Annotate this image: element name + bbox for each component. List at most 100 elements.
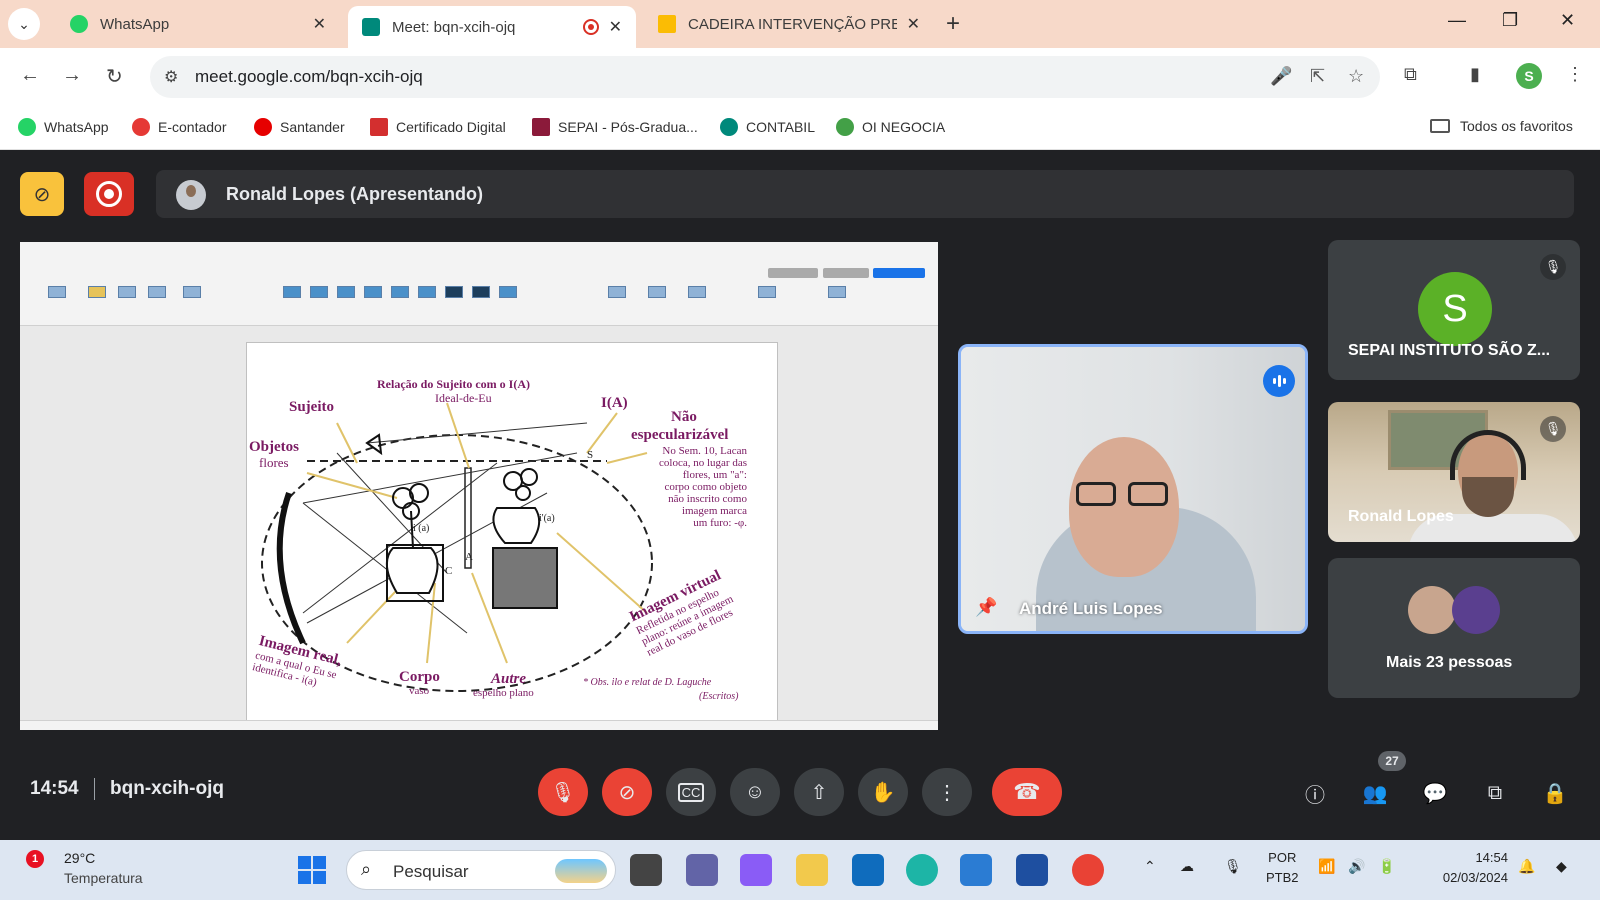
notifications-icon[interactable]: 🔔 <box>1518 858 1535 875</box>
ribbon-tool <box>391 286 409 298</box>
tab-search-button[interactable]: ⌄ <box>8 8 40 40</box>
all-bookmarks-button[interactable]: Todos os favoritos <box>1430 118 1573 134</box>
side-panel-icon[interactable]: ▮ <box>1470 64 1480 85</box>
recording-button[interactable] <box>84 172 134 216</box>
presenter-bar: Ronald Lopes (Apresentando) <box>156 170 1574 218</box>
bookmark-certificado[interactable]: Certificado Digital <box>370 118 506 136</box>
meeting-info-button[interactable]: ⓘ <box>1298 776 1332 810</box>
edge-icon[interactable] <box>906 854 938 886</box>
tab-title: CADEIRA INTERVENÇÃO PREC <box>688 15 897 33</box>
bookmark-whatsapp[interactable]: WhatsApp <box>18 118 109 136</box>
stop-presenting-button[interactable]: ⊘ <box>20 172 64 216</box>
taskbar-search[interactable]: ⌕ Pesquisar <box>346 850 616 890</box>
store-icon[interactable] <box>1016 854 1048 886</box>
chrome-icon[interactable] <box>1072 854 1104 886</box>
menu-icon[interactable]: ⋮ <box>1566 64 1584 85</box>
activities-button[interactable]: ⧉ <box>1478 776 1512 810</box>
close-tab-icon[interactable]: ✕ <box>907 14 920 34</box>
word-ribbon <box>20 242 938 326</box>
bookmark-santander[interactable]: Santander <box>254 118 345 136</box>
weather-label: Temperatura <box>64 870 143 886</box>
folder-icon <box>1430 119 1450 133</box>
forward-icon[interactable]: → <box>62 64 82 87</box>
language-indicator[interactable]: POR PTB2 <box>1266 848 1299 888</box>
ribbon-tool <box>499 286 517 298</box>
onedrive-icon[interactable]: ☁ <box>1180 858 1194 875</box>
system-clock[interactable]: 14:54 02/03/2024 <box>1418 848 1508 888</box>
search-placeholder: Pesquisar <box>393 862 469 881</box>
volume-icon[interactable]: 🔊 <box>1348 858 1365 875</box>
label-objetos: Objetos <box>249 439 299 455</box>
restore-icon[interactable]: ❐ <box>1502 10 1518 31</box>
chat-app-icon[interactable] <box>686 854 718 886</box>
raise-hand-button[interactable]: ✋ <box>858 768 908 816</box>
bookmark-oi-negocia[interactable]: OI NEGOCIA <box>836 118 945 136</box>
whatsapp-icon <box>70 15 88 33</box>
ribbon-tool <box>445 286 463 298</box>
reload-icon[interactable]: ↻ <box>106 64 123 89</box>
bookmark-sepai[interactable]: SEPAI - Pós-Gradua... <box>532 118 698 136</box>
pin-icon[interactable]: 📌 <box>975 597 997 618</box>
profile-avatar[interactable]: S <box>1516 63 1542 89</box>
participant-tile-sepai[interactable]: S 🎙 SEPAI INSTITUTO SÃO Z... <box>1328 240 1580 380</box>
bookmark-star-icon[interactable]: ☆ <box>1348 66 1364 87</box>
more-people-label: Mais 23 pessoas <box>1386 654 1513 671</box>
participant-tile-main[interactable]: 📌 André Luis Lopes <box>958 344 1308 634</box>
divider <box>94 778 95 800</box>
notification-badge: 1 <box>26 850 44 868</box>
address-bar[interactable]: ⚙ meet.google.com/bqn-xcih-ojq 🎤 ⇱ ☆ <box>150 56 1380 98</box>
open-external-icon[interactable]: ⇱ <box>1310 66 1325 87</box>
ribbon-tool <box>283 286 301 298</box>
ribbon-tool <box>688 286 706 298</box>
ribbon-tool <box>337 286 355 298</box>
file-explorer-icon[interactable] <box>796 854 828 886</box>
show-hidden-icons[interactable]: ⌃ <box>1144 858 1156 875</box>
present-icon: ⇧ <box>810 781 828 804</box>
ribbon-pill <box>823 268 869 278</box>
task-view-icon[interactable] <box>630 854 662 886</box>
close-tab-icon[interactable]: ✕ <box>609 17 622 37</box>
people-button[interactable]: 👥 <box>1358 776 1392 810</box>
host-controls-button[interactable]: 🔒 <box>1538 776 1572 810</box>
label-a: A <box>465 551 473 563</box>
meeting-code: bqn-xcih-ojq <box>110 778 224 799</box>
diagram-subtitle: Ideal-de-Eu <box>435 391 492 405</box>
microphone-icon[interactable]: 🎙 <box>1224 858 1242 875</box>
close-tab-icon[interactable]: ✕ <box>313 14 326 34</box>
more-options-button[interactable]: ⋮ <box>922 768 972 816</box>
bookmark-econtador[interactable]: E-contador <box>132 118 226 136</box>
participant-tile-ronald[interactable]: 🎙 Ronald Lopes <box>1328 402 1580 542</box>
close-window-icon[interactable]: ✕ <box>1560 10 1575 31</box>
mail-icon[interactable] <box>960 854 992 886</box>
camera-toggle-button[interactable]: ⊘ <box>602 768 652 816</box>
chat-button[interactable]: 💬 <box>1418 776 1452 810</box>
end-call-button[interactable]: ☎ <box>992 768 1062 816</box>
text-line: imagem marca <box>681 505 747 517</box>
url-text: meet.google.com/bqn-xcih-ojq <box>195 67 423 86</box>
mic-toggle-button[interactable]: 🎙 <box>538 768 588 816</box>
tab-title: WhatsApp <box>100 15 170 33</box>
copilot-icon[interactable] <box>740 854 772 886</box>
start-button[interactable] <box>298 856 326 884</box>
tab-whatsapp[interactable]: WhatsApp ✕ <box>56 6 340 42</box>
extensions-icon[interactable]: ⧉ <box>1404 64 1417 85</box>
back-icon[interactable]: ← <box>20 64 40 87</box>
captions-button[interactable]: CC <box>666 768 716 816</box>
new-tab-button[interactable]: + <box>946 10 960 38</box>
bookmark-label: WhatsApp <box>44 119 109 135</box>
copilot-tray-icon[interactable]: ◆ <box>1556 858 1567 875</box>
record-icon <box>96 181 122 207</box>
site-settings-icon[interactable]: ⚙ <box>164 67 178 87</box>
tab-cadeira[interactable]: CADEIRA INTERVENÇÃO PREC ✕ <box>644 6 934 42</box>
microphone-icon[interactable]: 🎤 <box>1270 66 1292 87</box>
minimize-icon[interactable]: — <box>1448 10 1466 31</box>
bookmark-contabil[interactable]: CONTABIL <box>720 118 815 136</box>
battery-icon[interactable]: 🔋 <box>1378 858 1395 875</box>
reactions-button[interactable]: ☺ <box>730 768 780 816</box>
wifi-icon[interactable]: 📶 <box>1318 858 1335 875</box>
more-people-tile[interactable]: Mais 23 pessoas <box>1328 558 1580 698</box>
present-button[interactable]: ⇧ <box>794 768 844 816</box>
tab-meet[interactable]: Meet: bqn-xcih-ojq ✕ <box>348 6 636 48</box>
outlook-icon[interactable] <box>852 854 884 886</box>
browser-tab-strip: ⌄ WhatsApp ✕ Meet: bqn-xcih-ojq ✕ CADEIR… <box>0 0 1600 48</box>
